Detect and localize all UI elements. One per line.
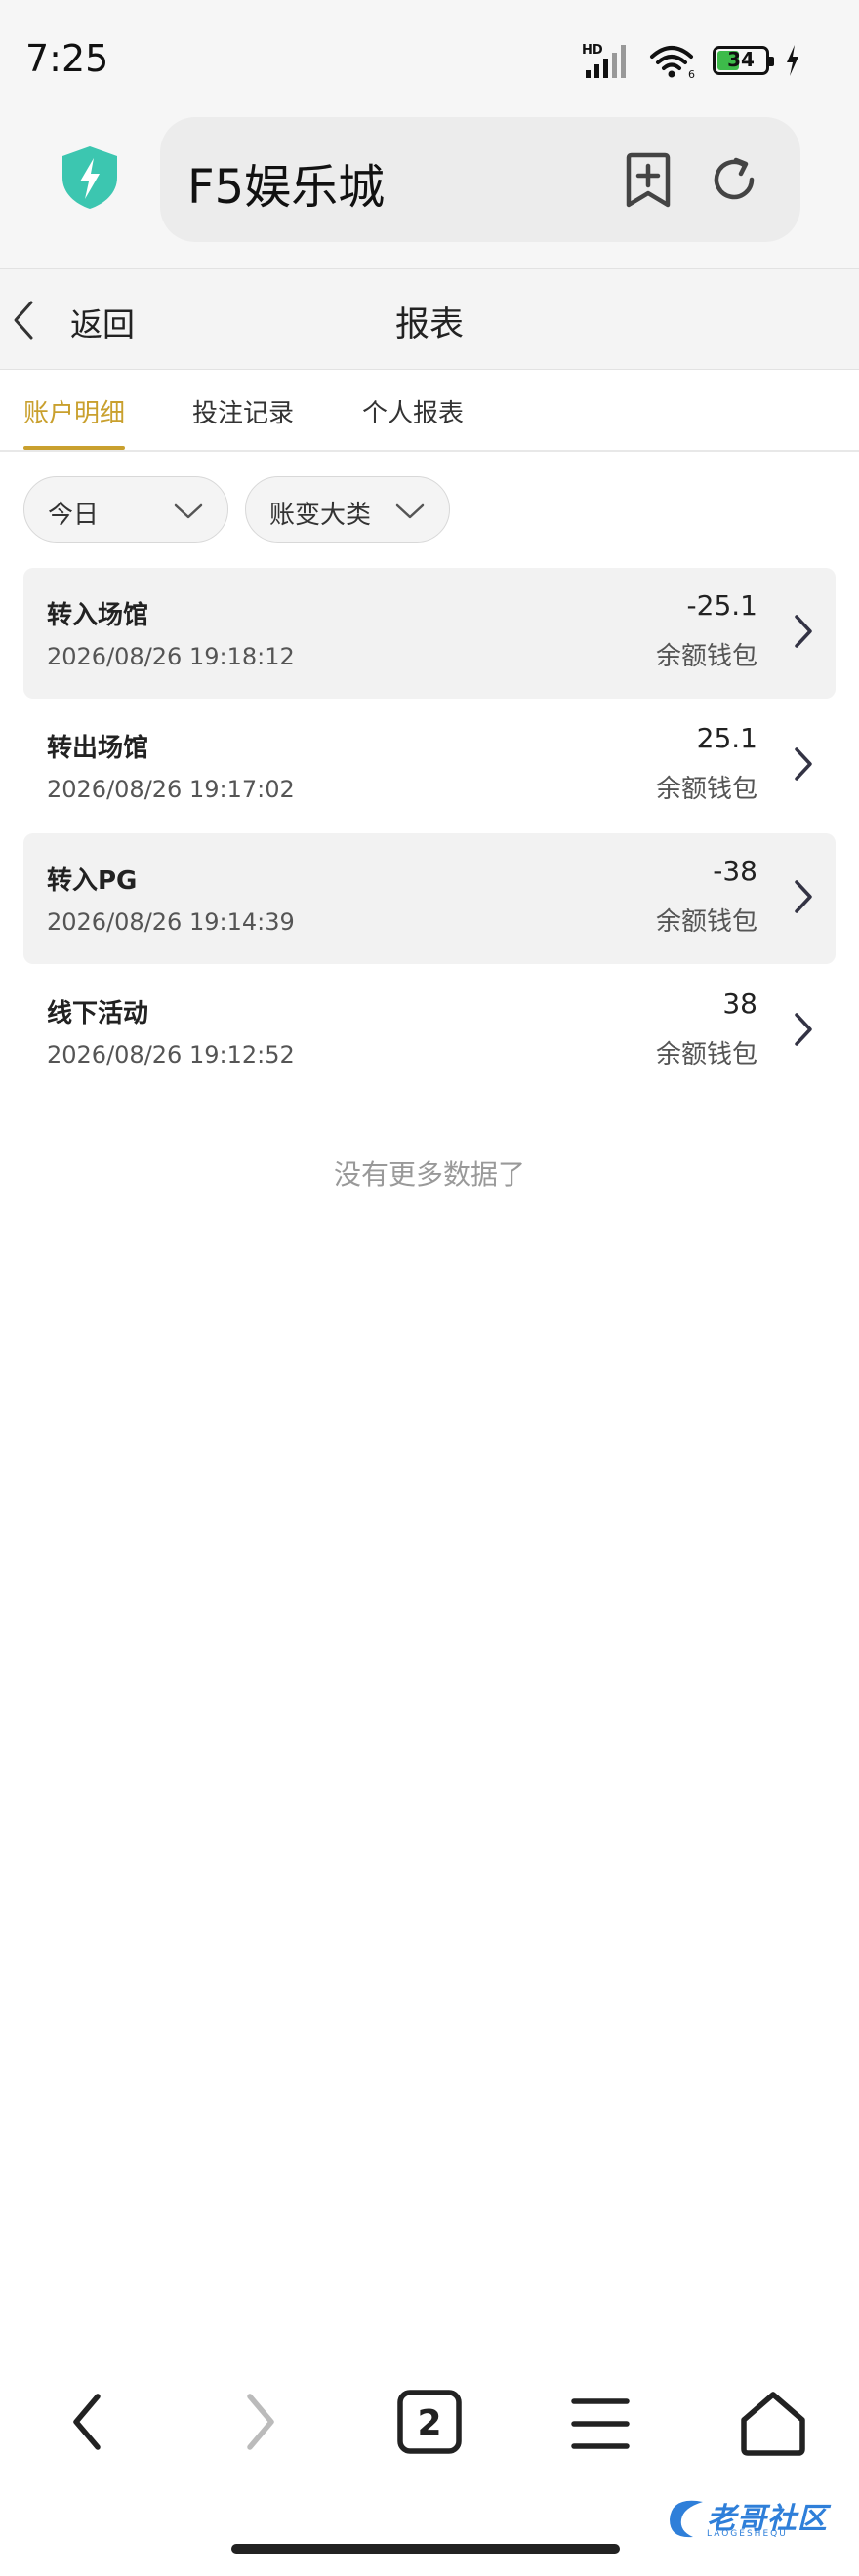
- watermark-subtext: LAOGESHEQU: [707, 2529, 788, 2539]
- security-shield-icon[interactable]: [59, 144, 121, 211]
- tab-account-details[interactable]: 账户明细: [23, 393, 125, 429]
- battery-icon: 34: [713, 46, 774, 75]
- list-item[interactable]: 转出场馆 2026/08/26 19:17:02 25.1 余额钱包: [23, 701, 836, 831]
- record-date: 2026/08/26 19:12:52: [47, 1041, 295, 1068]
- wifi-icon: 6: [650, 46, 695, 80]
- category-filter-label: 账变大类: [269, 501, 372, 530]
- status-bar: 7:25 HD 6 34: [0, 0, 859, 117]
- tab-bet-records[interactable]: 投注记录: [192, 393, 294, 429]
- forward-icon[interactable]: [240, 2391, 279, 2453]
- chevron-down-icon: [395, 503, 425, 519]
- chevron-down-icon: [174, 503, 203, 519]
- date-filter-label: 今日: [48, 501, 100, 530]
- address-bar-text[interactable]: F5娱乐城: [187, 148, 385, 217]
- dragon-logo-icon: [670, 2500, 703, 2538]
- record-wallet: 余额钱包: [655, 907, 757, 937]
- record-amount: -38: [713, 855, 757, 887]
- record-wallet: 余额钱包: [655, 1040, 757, 1069]
- tab-personal-report[interactable]: 个人报表: [362, 393, 464, 429]
- address-bar[interactable]: F5娱乐城: [160, 117, 800, 242]
- chevron-right-icon: [795, 615, 812, 648]
- record-date: 2026/08/26 19:14:39: [47, 908, 295, 936]
- record-title: 线下活动: [47, 999, 149, 1028]
- network-type-label: HD: [582, 43, 603, 58]
- tab-count: 2: [417, 2403, 441, 2443]
- add-bookmark-icon[interactable]: [623, 152, 674, 209]
- tab-bar: 账户明细 投注记录 个人报表: [0, 370, 859, 452]
- svg-text:6: 6: [688, 68, 695, 80]
- watermark-logo: 老哥社区 LAOGESHEQU: [664, 2490, 845, 2549]
- category-filter-dropdown[interactable]: 账变大类: [245, 476, 450, 543]
- record-title: 转入场馆: [47, 601, 149, 630]
- home-indicator[interactable]: [231, 2544, 620, 2554]
- chevron-right-icon: [795, 1013, 812, 1046]
- cellular-signal-icon: HD: [582, 43, 626, 78]
- battery-level: 34: [727, 48, 755, 71]
- status-time: 7:25: [25, 37, 109, 80]
- record-amount: 25.1: [696, 722, 757, 754]
- record-wallet: 余额钱包: [655, 642, 757, 671]
- record-amount: 38: [722, 987, 757, 1020]
- record-date: 2026/08/26 19:17:02: [47, 776, 295, 803]
- back-icon[interactable]: [68, 2391, 107, 2453]
- record-title: 转出场馆: [47, 734, 149, 763]
- record-amount: -25.1: [686, 589, 757, 622]
- record-wallet: 余额钱包: [655, 775, 757, 804]
- menu-icon[interactable]: [570, 2396, 631, 2451]
- active-tab-indicator: [23, 446, 125, 450]
- page-header: 返回 报表: [0, 268, 859, 370]
- date-filter-dropdown[interactable]: 今日: [23, 476, 228, 543]
- page-title: 报表: [394, 305, 464, 344]
- tabs-switcher-icon[interactable]: 2: [396, 2389, 463, 2455]
- no-more-data-text: 没有更多数据了: [333, 1158, 525, 1190]
- list-item[interactable]: 转入PG 2026/08/26 19:14:39 -38 余额钱包: [23, 833, 836, 964]
- list-item[interactable]: 线下活动 2026/08/26 19:12:52 38 余额钱包: [23, 966, 836, 1097]
- home-icon[interactable]: [738, 2389, 808, 2459]
- chevron-right-icon: [795, 747, 812, 781]
- record-title: 转入PG: [47, 866, 138, 896]
- browser-bottom-nav: 2 老哥社区 LAOGESHEQU: [0, 2342, 859, 2576]
- record-date: 2026/08/26 19:18:12: [47, 643, 295, 670]
- status-icons: HD 6 34: [582, 41, 800, 80]
- list-item[interactable]: 转入场馆 2026/08/26 19:18:12 -25.1 余额钱包: [23, 568, 836, 699]
- charging-bolt-icon: [787, 45, 798, 76]
- refresh-icon[interactable]: [709, 154, 759, 205]
- chevron-right-icon: [795, 880, 812, 913]
